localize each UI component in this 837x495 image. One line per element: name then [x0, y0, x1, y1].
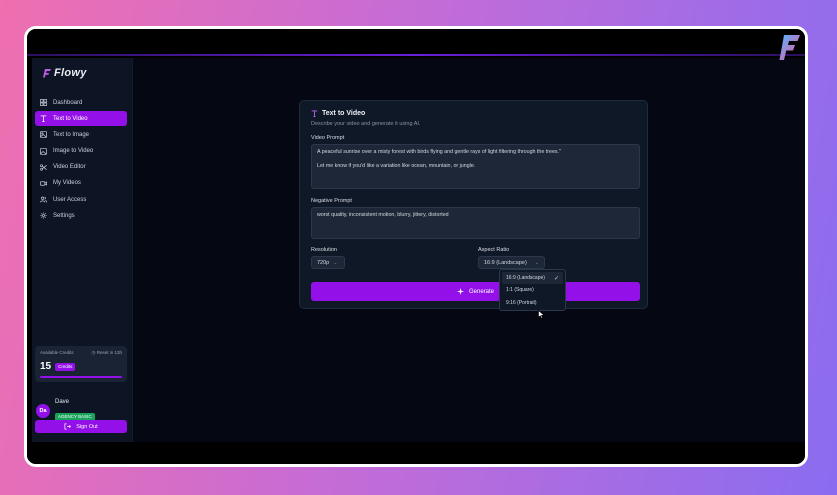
generate-button[interactable]: Generate [311, 282, 640, 301]
resolution-label: Resolution [311, 247, 337, 253]
sidebar-item-text-to-video[interactable]: Text to Video [35, 111, 127, 127]
sidebar-item-settings[interactable]: Settings [35, 208, 127, 223]
browser-frame: Flowy Dashboard Text to Video Text to Im… [24, 26, 808, 467]
sidebar-item-label: Image to Video [53, 148, 94, 155]
sidebar: Flowy Dashboard Text to Video Text to Im… [32, 58, 133, 442]
top-bar [27, 29, 805, 56]
card-title: Text to Video [311, 110, 365, 117]
clock-icon: ◷ [91, 350, 96, 355]
gear-icon [40, 212, 47, 219]
text-icon [40, 115, 47, 123]
scissors-icon [40, 164, 47, 171]
credits-reset: ◷ Reset in 13h [92, 350, 122, 356]
flowy-logo-icon [43, 69, 51, 78]
option-label: 16:9 (Landscape) [506, 275, 545, 282]
aspect-option-landscape[interactable]: 16:9 (Landscape) ✓ [502, 272, 563, 285]
card-subtitle: Describe your video and generate it usin… [311, 121, 421, 127]
chevron-down-icon: ⌄ [534, 259, 539, 266]
credits-panel: Available Credits ◷ Reset in 13h 15 Cred… [35, 346, 127, 382]
image-video-icon [40, 147, 47, 155]
generate-label: Generate [468, 288, 495, 295]
sidebar-item-my-videos[interactable]: My Videos [35, 176, 127, 191]
credits-count: 15 [40, 361, 52, 372]
brand-logo[interactable]: Flowy [43, 67, 87, 79]
sidebar-item-label: My Videos [53, 180, 81, 187]
avatar: Da [36, 404, 50, 418]
app-window: Flowy Dashboard Text to Video Text to Im… [32, 58, 805, 442]
text-to-video-card: Text to Video Describe your video and ge… [299, 100, 648, 309]
image-icon [40, 131, 47, 139]
chevron-down-icon: ⌄ [333, 259, 338, 266]
aspect-ratio-label: Aspect Ratio [478, 247, 510, 253]
sidebar-item-label: User Access [53, 196, 87, 203]
credits-label: Available Credits [40, 350, 74, 355]
sparkle-icon [456, 288, 464, 295]
resolution-value: 720p [317, 259, 330, 266]
user-name: Dave [55, 399, 70, 405]
dashboard-icon [40, 99, 47, 106]
sidebar-item-video-editor[interactable]: Video Editor [35, 160, 127, 175]
video-prompt-label: Video Prompt [311, 135, 345, 141]
sidebar-nav: Dashboard Text to Video Text to Image Im… [35, 95, 127, 225]
aspect-ratio-select[interactable]: 16:9 (Landscape) ⌄ [478, 256, 545, 269]
sidebar-item-label: Text to Video [53, 115, 88, 122]
credits-badge: Credits [55, 362, 76, 371]
sidebar-item-text-to-image[interactable]: Text to Image [35, 127, 127, 142]
sidebar-item-label: Settings [53, 212, 75, 219]
credits-progress-fill [40, 376, 122, 378]
negative-prompt-label: Negative Prompt [311, 198, 352, 204]
users-icon [40, 196, 47, 203]
top-accent-line [27, 54, 805, 56]
sidebar-item-label: Text to Image [53, 131, 90, 138]
brand-name: Flowy [54, 67, 87, 79]
aspect-option-portrait[interactable]: 9:16 (Portrait) [502, 297, 563, 309]
check-icon: ✓ [553, 275, 559, 282]
sidebar-item-user-access[interactable]: User Access [35, 192, 127, 207]
sign-out-label: Sign Out [76, 423, 98, 430]
text-icon [311, 110, 318, 117]
sidebar-item-label: Video Editor [53, 164, 86, 171]
mouse-cursor-icon [538, 310, 545, 319]
bottom-strip [27, 442, 805, 464]
aspect-ratio-value: 16:9 (Landscape) [484, 259, 527, 266]
sign-out-button[interactable]: Sign Out [35, 420, 127, 433]
negative-prompt-input[interactable]: worst quality, inconsistent motion, blur… [311, 207, 640, 239]
aspect-ratio-dropdown: 16:9 (Landscape) ✓ 1:1 (Square) 9:16 (Po… [499, 269, 566, 311]
video-prompt-input[interactable]: A peaceful sunrise over a misty forest w… [311, 144, 640, 189]
screen: Flowy Dashboard Text to Video Text to Im… [27, 29, 805, 464]
sidebar-item-label: Dashboard [53, 99, 83, 106]
credits-reset-text: Reset in 13h [96, 350, 122, 355]
option-label: 1:1 (Square) [506, 287, 534, 294]
sidebar-item-image-to-video[interactable]: Image to Video [35, 144, 127, 159]
video-camera-icon [40, 181, 47, 186]
credits-progress-bar [40, 376, 122, 378]
sidebar-item-dashboard[interactable]: Dashboard [35, 95, 127, 110]
card-title-text: Text to Video [322, 110, 366, 117]
logout-icon [64, 423, 72, 430]
option-label: 9:16 (Portrait) [506, 299, 537, 306]
resolution-select[interactable]: 720p ⌄ [311, 256, 345, 269]
aspect-option-square[interactable]: 1:1 (Square) [502, 284, 563, 296]
flowy-corner-logo-icon [779, 35, 800, 60]
